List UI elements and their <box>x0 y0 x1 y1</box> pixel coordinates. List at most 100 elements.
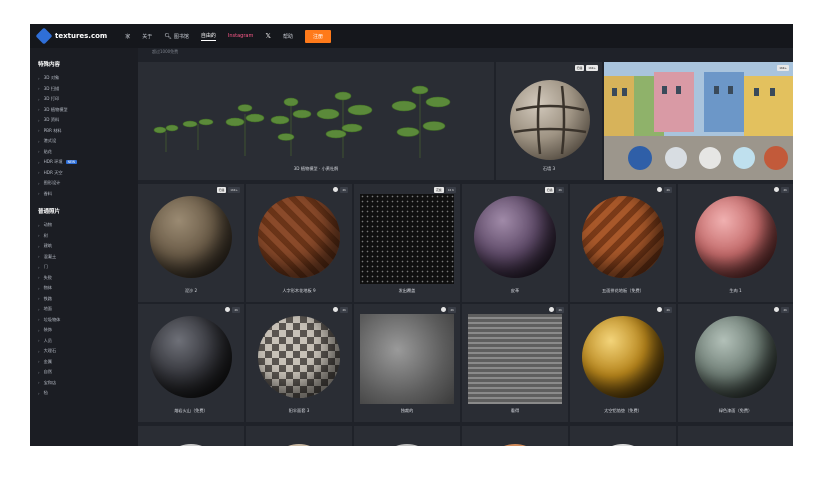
plant-model-tile[interactable]: 3D 植物模型 · 小黄杜鹃 <box>138 62 494 180</box>
sidebar-item-photo-3[interactable]: › 混凝土 <box>38 252 138 263</box>
sidebar-item-photo-8[interactable]: › 地面 <box>38 304 138 315</box>
sidebar-item-label: 人员 <box>43 337 52 343</box>
sidebar-item-photo-2[interactable]: › 建筑 <box>38 241 138 252</box>
row2-tile-2[interactable]: 花板 16 K 发出覆盖 <box>354 184 460 302</box>
partial-tile-3[interactable] <box>354 426 460 446</box>
stone-wall-sphere <box>510 80 590 160</box>
row3-tile-1[interactable]: 4K 阳伞面套 3 <box>246 304 352 422</box>
free-circle-icon <box>333 307 339 312</box>
sidebar-item-special-0[interactable]: › 3D 对象 <box>38 73 138 84</box>
row3-tile-0[interactable]: 4K 熔岩火山（免费） <box>138 304 244 422</box>
nav-free[interactable]: 自由的 <box>200 32 216 41</box>
tile-badges: 4K <box>441 307 456 313</box>
tile-badges: 4K <box>333 187 348 193</box>
sidebar-item-label: 港式设 <box>43 138 57 144</box>
sidebar-item-special-1[interactable]: › 3D 扫描 <box>38 84 138 95</box>
chevron-right-icon: › <box>38 180 40 186</box>
type-badge: 扫描 <box>216 187 227 193</box>
logo-text: textures.com <box>55 32 108 40</box>
partial-tile-2[interactable] <box>246 426 352 446</box>
chevron-right-icon: › <box>38 380 40 386</box>
chevron-right-icon: › <box>38 107 40 113</box>
stone-wall-tile[interactable]: 扫描 16K+ 石墙 3 <box>496 62 602 180</box>
sidebar-item-photo-14[interactable]: › 自然 <box>38 367 138 378</box>
sidebar-item-special-3[interactable]: › 3D 植物模型 <box>38 105 138 116</box>
sidebar-item-photo-0[interactable]: › 动物 <box>38 220 138 231</box>
sidebar-item-photo-10[interactable]: › 装饰 <box>38 325 138 336</box>
sidebar-item-special-6[interactable]: › 港式设 <box>38 136 138 147</box>
sidebar-item-photo-1[interactable]: › 树 <box>38 231 138 242</box>
tile-badges: 4K <box>657 187 672 193</box>
tile-label: 五面拼花地板（免费） <box>602 288 644 293</box>
hdr-environment-tile[interactable]: 16K+ <box>604 62 793 180</box>
chevron-right-icon: › <box>38 233 40 239</box>
row2-tile-3[interactable]: 扫描 4K 皮革 <box>462 184 568 302</box>
nav-about[interactable]: 关于 <box>142 33 152 40</box>
partial-tile-4[interactable] <box>462 426 568 446</box>
chevron-right-icon: › <box>38 222 40 228</box>
sidebar-item-special-2[interactable]: › 3D 打印 <box>38 94 138 105</box>
partial-tile-1[interactable] <box>138 426 244 446</box>
sidebar-item-photo-5[interactable]: › 失败 <box>38 273 138 284</box>
row2-tile-1[interactable]: 4K 人字形木花地板 9 <box>246 184 352 302</box>
register-button[interactable]: 注册 <box>305 29 332 43</box>
row2-tile-5[interactable]: 4K 生肉 1 <box>678 184 793 302</box>
sidebar-item-photo-6[interactable]: › 物体 <box>38 283 138 294</box>
sidebar-item-photo-13[interactable]: › 金属 <box>38 357 138 368</box>
browser-content: textures.com 家 关于 🔍︎ 图书馆 自由的 Instagram 𝕏 … <box>30 24 793 446</box>
tile-label: 发出覆盖 <box>398 288 416 293</box>
sidebar-item-photo-15[interactable]: › 宝和店 <box>38 378 138 389</box>
tile-badges: 4K <box>774 307 789 313</box>
nav-library[interactable]: 🔍︎ 图书馆 <box>164 33 189 40</box>
sidebar-item-special-4[interactable]: › 3D 资料 <box>38 115 138 126</box>
nav-instagram[interactable]: Instagram <box>228 33 253 39</box>
site-logo[interactable]: textures.com <box>35 27 108 45</box>
sidebar-item-photo-9[interactable]: › 垃圾物体 <box>38 315 138 326</box>
row2-tile-0[interactable]: 扫描 16K+ 泥沙 2 <box>138 184 244 302</box>
tile-label: 绿色漆面（免费） <box>718 408 753 413</box>
chevron-right-icon: › <box>38 369 40 375</box>
category-sidebar: 特殊内容 › 3D 对象 › 3D 扫描 › 3D 打印 › 3D 植物模型 › 3D 资料 › PB… <box>30 48 138 446</box>
sidebar-item-photo-12[interactable]: › 大理石 <box>38 346 138 357</box>
chevron-right-icon: › <box>38 159 40 165</box>
sidebar-item-label: 建筑 <box>43 243 52 249</box>
x-social-icon[interactable]: 𝕏 <box>265 32 271 40</box>
sidebar-item-label: 大理石 <box>43 348 57 354</box>
partial-tile-5[interactable] <box>570 426 676 446</box>
tile-badges: 4K <box>774 187 789 193</box>
scan-badge: 扫描 <box>574 65 585 71</box>
sidebar-item-label: 门 <box>43 264 48 270</box>
chevron-right-icon: › <box>38 359 40 365</box>
sidebar-item-label: 动物 <box>43 222 52 228</box>
sidebar-item-special-7[interactable]: › 贴花 <box>38 147 138 158</box>
row2-tile-4[interactable]: 4K 五面拼花地板（免费） <box>570 184 676 302</box>
row3-tile-3[interactable]: 4K 看得 <box>462 304 568 422</box>
sidebar-item-special-5[interactable]: › PBR 材料 <box>38 126 138 137</box>
sidebar-item-special-8[interactable]: › HDR 环境 NEW <box>38 157 138 168</box>
plant-sprouts-image <box>153 85 451 158</box>
chevron-right-icon: › <box>38 75 40 81</box>
sidebar-item-label: PBR 材料 <box>43 127 62 133</box>
tile-badges: 4K <box>333 307 348 313</box>
row3-tile-4[interactable]: 4K 太空铝箔垫（免费） <box>570 304 676 422</box>
partial-tile-6[interactable] <box>678 426 793 446</box>
sidebar-item-photo-16[interactable]: › 毡 <box>38 388 138 399</box>
sidebar-item-special-10[interactable]: › 图形设计 <box>38 178 138 189</box>
chevron-right-icon: › <box>38 138 40 144</box>
partial-sphere-4 <box>484 444 546 446</box>
sidebar-item-special-11[interactable]: › 香料 <box>38 189 138 200</box>
chevron-right-icon: › <box>38 296 40 302</box>
resolution-badge: 4K <box>556 307 564 313</box>
search-icon: 🔍︎ <box>164 32 172 40</box>
sidebar-item-photo-11[interactable]: › 人员 <box>38 336 138 347</box>
row3-tile-5[interactable]: 4K 绿色漆面（免费） <box>678 304 793 422</box>
nav-home[interactable]: 家 <box>125 33 130 40</box>
sidebar-item-photo-7[interactable]: › 铁路 <box>38 294 138 305</box>
row3-tile-2[interactable]: 4K 独裁的 <box>354 304 460 422</box>
resolution-badge: 16K+ <box>228 187 240 193</box>
sidebar-item-special-9[interactable]: › HDR 天空 <box>38 168 138 179</box>
chevron-right-icon: › <box>38 285 40 291</box>
nav-help[interactable]: 帮助 <box>283 33 293 40</box>
sidebar-item-photo-4[interactable]: › 门 <box>38 262 138 273</box>
material-sphere <box>150 196 232 278</box>
